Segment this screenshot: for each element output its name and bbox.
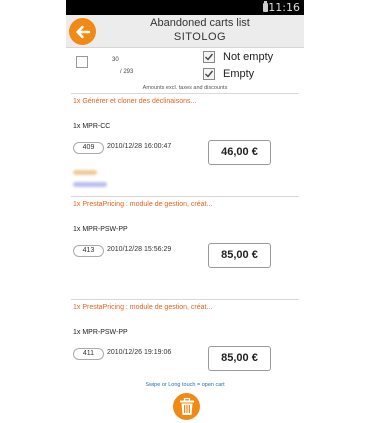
blurred-customer-email (73, 182, 107, 187)
status-clock: 11:16 (268, 1, 300, 14)
cart-amount: 85,00 € (208, 243, 271, 268)
checkmark-icon (205, 70, 214, 78)
header: Abandoned carts list SITOLOG (66, 15, 304, 48)
amounts-note: Amounts excl. taxes and discounts (142, 85, 228, 91)
checkmark-icon (205, 53, 214, 61)
cart-date: 2010/12/26 19:19:06 (107, 349, 172, 356)
cart-id-badge: 413 (73, 245, 104, 257)
battery-icon (263, 1, 268, 12)
cart-product-reference: 1x MPR-PSW-PP (73, 226, 128, 233)
trash-icon (179, 397, 194, 415)
cart-item[interactable]: 1x Générer et cloner des déclinaisons...… (71, 94, 299, 197)
cart-id-badge: 409 (73, 142, 104, 154)
left-margin (0, 0, 66, 423)
cart-product-name: 1x Générer et cloner des déclinaisons... (73, 98, 197, 105)
shop-name: SITOLOG (173, 31, 227, 43)
empty-checkbox[interactable] (203, 67, 215, 80)
cart-item[interactable]: 1x PrestaPricing : module de gestion, cr… (71, 300, 299, 379)
cart-product-name: 1x PrestaPricing : module de gestion, cr… (73, 201, 213, 208)
cart-product-name: 1x PrestaPricing : module de gestion, cr… (73, 304, 213, 311)
empty-label: Empty (223, 67, 255, 80)
cart-date: 2010/12/28 15:56:29 (107, 246, 172, 253)
swipe-hint: Swipe or Long touch = open cart (145, 382, 225, 388)
status-bar: 11:16 (66, 0, 304, 15)
cart-count-shown: 30 (112, 57, 119, 63)
cart-list[interactable]: 1x Générer et cloner des déclinaisons...… (71, 93, 299, 379)
blurred-customer-name (73, 170, 97, 175)
not-empty-label: Not empty (223, 50, 274, 63)
not-empty-checkbox[interactable] (203, 50, 215, 63)
arrow-left-icon (75, 25, 90, 38)
cart-product-reference: 1x MPR-CC (73, 123, 111, 130)
back-button[interactable] (69, 18, 96, 45)
cart-item[interactable]: 1x PrestaPricing : module de gestion, cr… (71, 197, 299, 300)
cart-date: 2010/12/28 16:00:47 (107, 143, 172, 150)
select-all-checkbox[interactable] (76, 56, 88, 68)
filter-not-empty[interactable]: Not empty (203, 50, 273, 63)
filter-empty[interactable]: Empty (203, 67, 254, 80)
cart-id-badge: 411 (73, 348, 104, 360)
cart-amount: 46,00 € (208, 140, 271, 165)
cart-count-total: / 293 (120, 69, 134, 75)
cart-amount: 85,00 € (208, 346, 271, 371)
cart-product-reference: 1x MPR-PSW-PP (73, 329, 128, 336)
delete-button[interactable] (173, 393, 200, 420)
page-title: Abandoned carts list (150, 17, 250, 29)
phone-screen: 11:16 Abandoned carts list SITOLOG 30 / … (66, 0, 304, 423)
